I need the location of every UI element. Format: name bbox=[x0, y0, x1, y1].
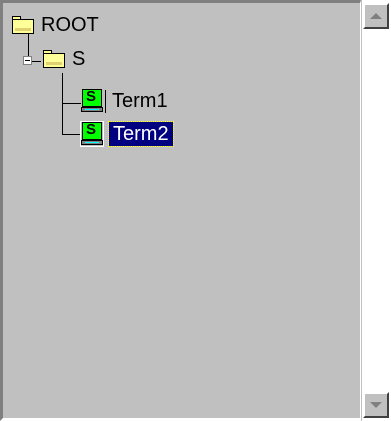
tree-node-root[interactable]: ROOT bbox=[12, 12, 103, 38]
folder-icon bbox=[43, 50, 65, 68]
scroll-down-button[interactable] bbox=[363, 392, 389, 418]
scroll-up-button[interactable] bbox=[363, 3, 389, 29]
tree-line-term1 bbox=[62, 103, 81, 104]
vertical-scrollbar[interactable] bbox=[361, 0, 391, 421]
tree-node-term1[interactable]: S Term1 bbox=[81, 88, 172, 114]
collapse-toggle[interactable] bbox=[23, 56, 32, 65]
scroll-up-arrow-icon bbox=[370, 13, 382, 19]
tree-line-term2 bbox=[62, 134, 81, 135]
terminal-icon: S bbox=[80, 121, 104, 147]
folder-icon bbox=[12, 16, 34, 34]
tree-node-term2[interactable]: S Term2 bbox=[80, 121, 174, 147]
scroll-down-arrow-icon bbox=[370, 402, 382, 408]
tree-view[interactable]: ROOT S S Term1 S Term2 bbox=[0, 0, 361, 421]
terminal-icon: S bbox=[81, 88, 103, 113]
tree-node-label: Term1 bbox=[112, 90, 168, 112]
tree-node-label: ROOT bbox=[41, 14, 99, 36]
tree-node-label: S bbox=[72, 48, 86, 70]
tree-node-label-selected: Term2 bbox=[108, 121, 174, 147]
tree-node-s[interactable]: S bbox=[43, 46, 89, 72]
